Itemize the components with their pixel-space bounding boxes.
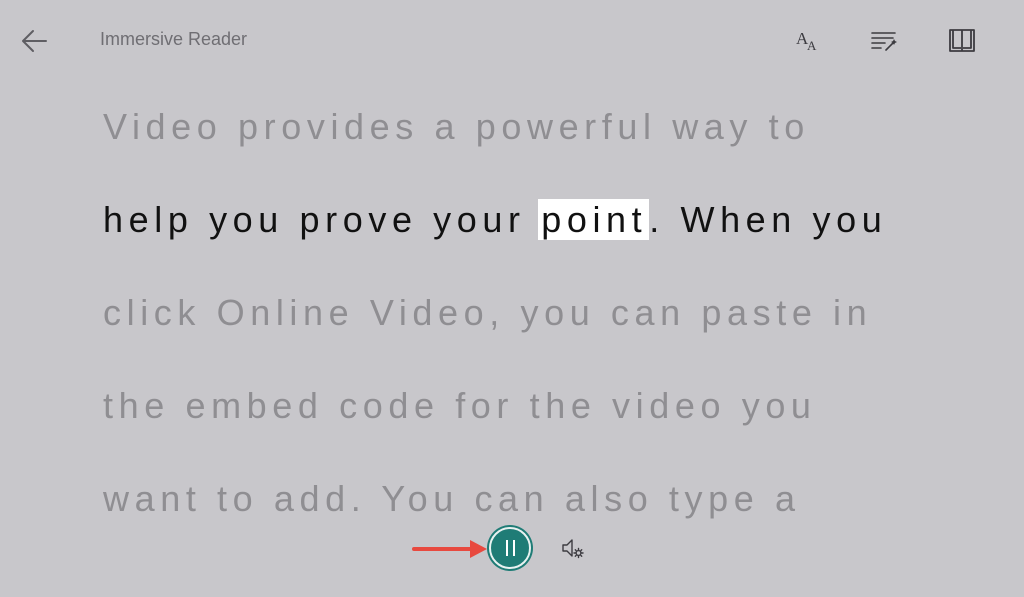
reader-line-active: help you prove your point. When you bbox=[103, 196, 1003, 289]
text-size-icon: A A bbox=[796, 29, 817, 53]
pause-button[interactable] bbox=[489, 527, 531, 569]
reading-preferences-button[interactable] bbox=[944, 25, 980, 57]
page-title: Immersive Reader bbox=[100, 29, 248, 49]
active-line-text-before: help you prove your bbox=[103, 199, 542, 240]
reader-text: Video provides a powerful way to help yo… bbox=[103, 103, 1003, 568]
reader-line: click Online Video, you can paste in bbox=[103, 292, 873, 333]
reader-line: the embed code for the video you bbox=[103, 385, 817, 426]
back-button[interactable] bbox=[18, 27, 50, 55]
grammar-options-button[interactable] bbox=[866, 25, 902, 57]
text-preferences-button[interactable]: A A bbox=[790, 25, 826, 57]
voice-settings-icon[interactable] bbox=[560, 537, 586, 561]
book-icon bbox=[949, 29, 975, 52]
grammar-wand-icon bbox=[871, 32, 897, 51]
top-toolbar: Immersive Reader A A bbox=[0, 0, 1024, 80]
reader-line: want to add. You can also type a bbox=[103, 478, 801, 519]
active-line-text-after: . When you bbox=[649, 199, 888, 240]
highlighted-word: point bbox=[538, 199, 650, 240]
arrow-left-icon bbox=[22, 30, 47, 52]
svg-text:A: A bbox=[807, 38, 817, 53]
pause-icon bbox=[505, 540, 515, 556]
annotation-arrow-icon bbox=[412, 540, 487, 558]
reader-line: Video provides a powerful way to bbox=[103, 106, 810, 147]
